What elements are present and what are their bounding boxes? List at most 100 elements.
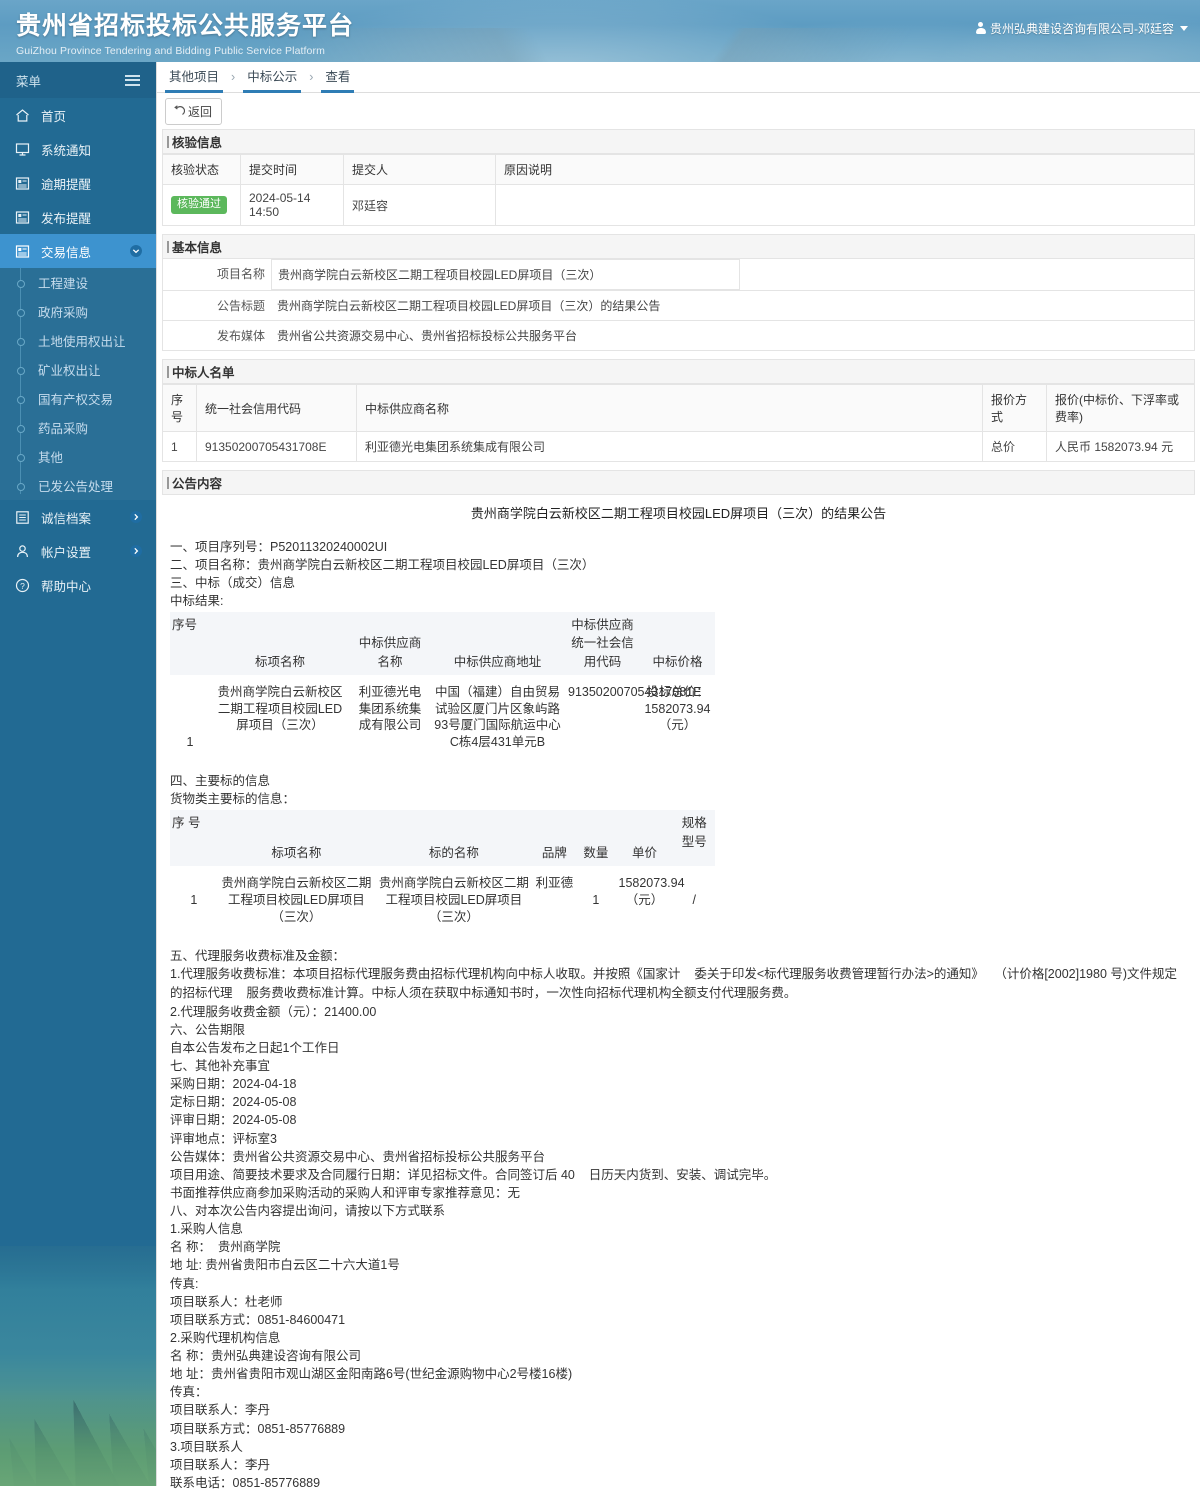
announcement-line: 中标结果: xyxy=(170,594,224,609)
announcement-line: 名 称： 贵州商学院 xyxy=(170,1240,281,1255)
table-row: 1 91350200705431708E 利亚德光电集团系统集成有限公司 总价 … xyxy=(162,431,1195,462)
table-header-row: 序号 标项名称 中标供应商名称 中标供应商地址 中标供应商统一社会信用代码 中标… xyxy=(170,612,715,675)
column-header-credit-code: 中标供应商统一社会信用代码 xyxy=(565,612,640,675)
column-header-no: 序号 xyxy=(162,384,197,432)
sidebar-item-label: 发布提醒 xyxy=(41,211,92,226)
sidebar-subitem-label: 工程建设 xyxy=(38,277,89,291)
sidebar-item-help-center[interactable]: ? 帮助中心 xyxy=(0,568,156,602)
home-icon xyxy=(14,107,31,124)
hamburger-icon[interactable] xyxy=(125,74,140,86)
cell-no: 1 xyxy=(186,735,194,750)
field-row-project-name: 项目名称 贵州商学院白云新校区二期工程项目校园LED屏项目（三次） xyxy=(162,259,1195,291)
section-title-text: 中标人名单 xyxy=(172,366,235,380)
table-header-row: 序号 统一社会信用代码 中标供应商名称 报价方式 报价(中标价、下浮率或费率) xyxy=(162,384,1195,432)
announcement-line: 七、其他补充事宜 xyxy=(170,1059,271,1074)
sidebar-item-gov-procurement[interactable]: 政府采购 xyxy=(0,297,156,326)
column-header-supplier: 中标供应商名称 xyxy=(356,384,983,432)
cell-supplier: 利亚德光电集团系统集成有限公司 xyxy=(358,684,422,733)
breadcrumb-item-other-project[interactable]: 其他项目 xyxy=(165,62,224,93)
sidebar-item-land-use-right[interactable]: 土地使用权出让 xyxy=(0,326,156,355)
column-header-reason: 原因说明 xyxy=(495,154,1195,185)
announcement-line: 项目联系方式：0851-85776889 xyxy=(170,1421,346,1436)
column-header-qty: 数量 xyxy=(576,810,616,867)
sidebar-item-system-notice[interactable]: 系统通知 xyxy=(0,132,156,166)
column-header-brand: 品牌 xyxy=(532,810,577,867)
goods-table: 序 号 标项名称 标的名称 品牌 数量 单价 规格型号 1 贵州商学院白云新校区… xyxy=(170,810,715,935)
cell-credit-code: 913502007054317081E xyxy=(568,684,702,699)
sidebar-item-transaction-info[interactable]: 交易信息 xyxy=(0,234,156,268)
table-row: 1 贵州商学院白云新校区二期工程项目校园LED屏项目（三次） 利亚德光电集团系统… xyxy=(170,675,715,761)
sidebar-item-overdue-reminder[interactable]: 逾期提醒 xyxy=(0,166,156,200)
announcement-line: 一、项目序列号：P52011320240002UI xyxy=(170,539,388,554)
help-icon: ? xyxy=(14,577,31,594)
breadcrumb-separator: › xyxy=(309,70,314,84)
column-header-no: 序 号 xyxy=(170,810,218,867)
cell-address: 中国（福建）自由贸易试验区厦门片区象屿路93号厦门国际航运中心C栋4层431单元… xyxy=(434,684,561,750)
announcement-line: 六、公告期限 xyxy=(170,1022,246,1037)
announcement-body: 贵州商学院白云新校区二期工程项目校园LED屏项目（三次）的结果公告 一、项目序列… xyxy=(162,495,1195,1492)
sidebar-submenu: 工程建设 政府采购 土地使用权出让 矿业权出让 国有产权交易 药品采购 其他 已… xyxy=(0,268,156,500)
column-header-status: 核验状态 xyxy=(162,154,241,185)
sidebar-item-other[interactable]: 其他 xyxy=(0,442,156,471)
table-row: 1 贵州商学院白云新校区二期工程项目校园LED屏项目（三次） 贵州商学院白云新校… xyxy=(170,866,715,935)
sidebar-item-engineering[interactable]: 工程建设 xyxy=(0,268,156,297)
verify-table: 核验状态 提交时间 提交人 原因说明 核验通过 2024-05-14 14:50… xyxy=(162,154,1195,226)
field-row-notice-title: 公告标题 贵州商学院白云新校区二期工程项目校园LED屏项目（三次）的结果公告 xyxy=(162,291,1195,321)
user-name: 贵州弘典建设咨询有限公司-邓廷容 xyxy=(990,22,1174,36)
cell-no: 1 xyxy=(162,431,197,462)
table-row: 核验通过 2024-05-14 14:50 邓廷容 xyxy=(162,184,1195,226)
announcement-line: 传真: xyxy=(170,1276,199,1291)
column-header-supplier: 中标供应商名称 xyxy=(350,612,430,675)
sidebar-item-account-settings[interactable]: 帐户设置 xyxy=(0,534,156,568)
announcement-line: 三、中标（成交）信息 xyxy=(170,576,296,591)
user-icon xyxy=(14,543,31,560)
bid-result-table: 序号 标项名称 中标供应商名称 中标供应商地址 中标供应商统一社会信用代码 中标… xyxy=(170,612,715,760)
column-header-unit-price: 单价 xyxy=(615,810,674,867)
sidebar-menu-header: 菜单 xyxy=(0,62,156,98)
sidebar-item-drug-procurement[interactable]: 药品采购 xyxy=(0,413,156,442)
column-header-quote: 报价(中标价、下浮率或费率) xyxy=(1046,384,1195,432)
announcement-line: 四、主要标的信息 xyxy=(170,774,271,789)
column-header-lot-name: 标项名称 xyxy=(210,612,350,675)
panels: 核验信息 核验状态 提交时间 提交人 原因说明 核验通过 2024-05-14 … xyxy=(157,125,1200,1492)
sidebar-item-publish-reminder[interactable]: 发布提醒 xyxy=(0,200,156,234)
sidebar-subitem-label: 药品采购 xyxy=(38,422,89,436)
sidebar-subitem-label: 政府采购 xyxy=(38,306,89,320)
sidebar: 菜单 首页 系统通知 逾期提醒 发布提醒 交易信息 工程建设 政府采购 土地使用… xyxy=(0,62,156,1486)
cell-item-name: 贵州商学院白云新校区二期工程项目校园LED屏项目（三次） xyxy=(378,876,529,925)
breadcrumb-item-view[interactable]: 查看 xyxy=(321,62,355,93)
sidebar-item-label: 首页 xyxy=(41,109,67,124)
sidebar-subitem-label: 土地使用权出让 xyxy=(38,335,126,349)
back-button[interactable]: 返回 xyxy=(165,97,223,125)
sidebar-item-label: 诚信档案 xyxy=(41,511,92,526)
field-label: 公告标题 xyxy=(216,299,265,313)
sidebar-item-published-notice[interactable]: 已发公告处理 xyxy=(0,471,156,500)
sidebar-item-credit-archive[interactable]: 诚信档案 xyxy=(0,500,156,534)
breadcrumb: 其他项目 › 中标公示 › 查看 xyxy=(157,62,1200,93)
field-value-notice-title: 贵州商学院白云新校区二期工程项目校园LED屏项目（三次）的结果公告 xyxy=(277,299,661,313)
announcement-line: 项目联系人：李丹 xyxy=(170,1457,271,1472)
sidebar-item-label: 帐户设置 xyxy=(41,545,92,560)
breadcrumb-item-winning-notice[interactable]: 中标公示 xyxy=(243,62,302,93)
sidebar-item-state-property[interactable]: 国有产权交易 xyxy=(0,384,156,413)
cell-price: 投标总价：1582073.94（元） xyxy=(644,684,711,733)
field-label: 发布媒体 xyxy=(216,329,265,343)
sidebar-item-mining-right[interactable]: 矿业权出让 xyxy=(0,355,156,384)
table-header-row: 核验状态 提交时间 提交人 原因说明 xyxy=(162,154,1195,185)
column-header-lot-name: 标项名称 xyxy=(217,810,376,867)
sidebar-subitem-label: 矿业权出让 xyxy=(38,364,101,378)
column-header-no: 序号 xyxy=(170,612,210,675)
announcement-line: 传真： xyxy=(170,1385,208,1400)
cell-reason xyxy=(495,184,1195,226)
cell-credit-code: 91350200705431708E xyxy=(196,431,357,462)
sidebar-item-home[interactable]: 首页 xyxy=(0,98,156,132)
back-button-label: 返回 xyxy=(188,104,213,119)
announcement-line: 名 称：贵州弘典建设咨询有限公司 xyxy=(170,1349,361,1364)
field-label: 项目名称 xyxy=(216,267,265,281)
announcement-line: 货物类主要标的信息： xyxy=(170,792,296,807)
user-menu[interactable]: 贵州弘典建设咨询有限公司-邓廷容 xyxy=(975,20,1188,37)
section-header-winners: 中标人名单 xyxy=(162,359,1195,384)
